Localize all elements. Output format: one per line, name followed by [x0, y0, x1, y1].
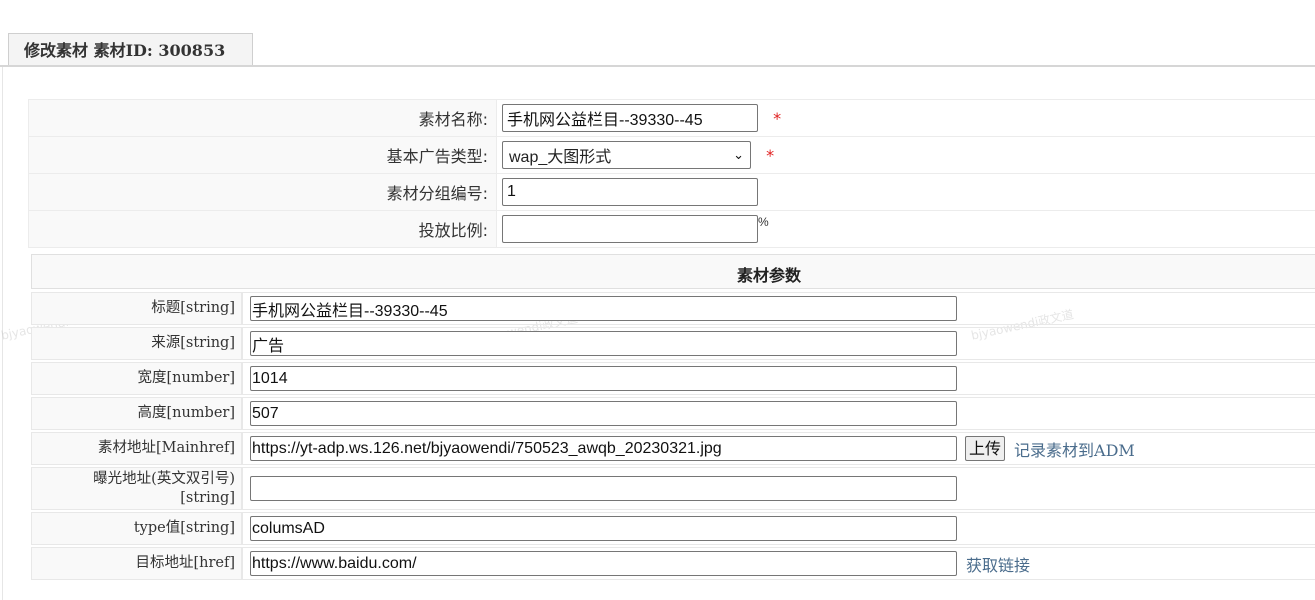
param-href-label: 目标地址[href]: [31, 547, 242, 580]
section-title: 素材参数: [737, 266, 802, 285]
record-to-adm-link[interactable]: 记录素材到ADM: [1014, 437, 1135, 461]
upload-button[interactable]: 上传: [965, 436, 1006, 461]
row-group-number: 素材分组编号:: [28, 173, 1315, 211]
section-header-params: 素材参数: [31, 254, 1315, 289]
param-href-input[interactable]: [250, 551, 957, 576]
row-material-name: 素材名称: *: [28, 99, 1315, 137]
material-name-input[interactable]: [502, 104, 758, 132]
required-mark: *: [766, 145, 775, 165]
param-exposure-label-line2: [string]: [180, 489, 235, 506]
params-table: 标题[string] 来源[string] 宽度[number] 高度[numb…: [31, 290, 1315, 582]
row-ad-type: 基本广告类型: wap_大图形式 ⌄ *: [28, 136, 1315, 174]
param-row-title: 标题[string]: [31, 292, 1315, 325]
param-source-input[interactable]: [250, 331, 957, 356]
param-mainhref-input[interactable]: [250, 436, 957, 461]
param-mainhref-label: 素材地址[Mainhref]: [31, 432, 242, 465]
param-exposure-input[interactable]: [250, 476, 957, 501]
tab-divider: [0, 65, 1315, 67]
basic-info-table: 素材名称: * 基本广告类型: wap_大图形式 ⌄ * 素材分组编号: 投放比…: [28, 99, 1315, 248]
ad-type-select[interactable]: wap_大图形式 ⌄: [502, 141, 751, 169]
ad-type-selected-value: wap_大图形式: [509, 149, 612, 166]
row-ratio: 投放比例: %: [28, 210, 1315, 248]
param-type-label: type值[string]: [31, 512, 242, 545]
param-height-label: 高度[number]: [31, 397, 242, 430]
chevron-down-icon: ⌄: [733, 147, 744, 162]
ratio-input[interactable]: [502, 215, 758, 243]
param-row-height: 高度[number]: [31, 397, 1315, 430]
ratio-label: 投放比例:: [28, 210, 497, 248]
required-mark: *: [773, 108, 782, 128]
param-type-input[interactable]: [250, 516, 957, 541]
param-exposure-label-line1: 曝光地址(英文双引号): [93, 470, 235, 487]
param-title-label: 标题[string]: [31, 292, 242, 325]
param-exposure-label: 曝光地址(英文双引号) [string]: [31, 467, 242, 510]
param-width-input[interactable]: [250, 366, 957, 391]
group-number-input[interactable]: [502, 178, 758, 206]
percent-unit: %: [758, 215, 769, 229]
param-height-input[interactable]: [250, 401, 957, 426]
get-link-button[interactable]: 获取链接: [966, 552, 1030, 576]
material-name-label: 素材名称:: [28, 99, 497, 137]
param-row-source: 来源[string]: [31, 327, 1315, 360]
param-row-exposure: 曝光地址(英文双引号) [string]: [31, 467, 1315, 510]
param-row-href: 目标地址[href] 获取链接: [31, 547, 1315, 580]
param-row-type: type值[string]: [31, 512, 1315, 545]
param-width-label: 宽度[number]: [31, 362, 242, 395]
group-number-label: 素材分组编号:: [28, 173, 497, 211]
param-title-input[interactable]: [250, 296, 957, 321]
param-source-label: 来源[string]: [31, 327, 242, 360]
ad-type-label: 基本广告类型:: [28, 136, 497, 174]
param-row-mainhref: 素材地址[Mainhref] 上传记录素材到ADM: [31, 432, 1315, 465]
param-row-width: 宽度[number]: [31, 362, 1315, 395]
tab-edit-material[interactable]: 修改素材 素材ID: 300853: [8, 33, 253, 65]
